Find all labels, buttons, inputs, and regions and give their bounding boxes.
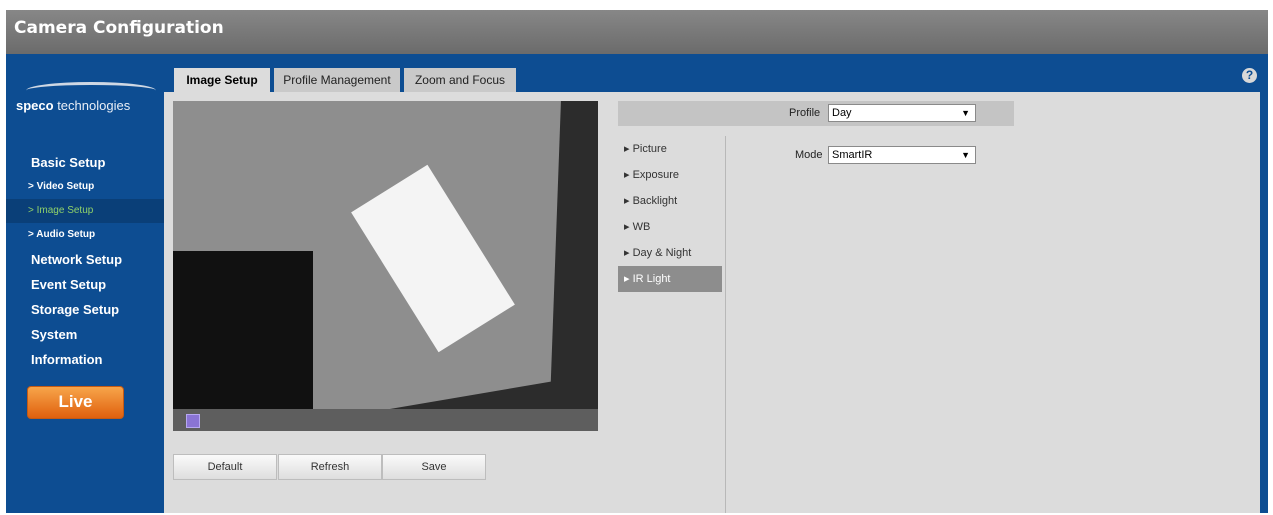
logo-text-bold: speco (16, 98, 54, 113)
chevron-down-icon: ▼ (961, 150, 970, 160)
sidebar-item-basic-setup[interactable]: Basic Setup (6, 150, 164, 175)
menu-item-ir-light[interactable]: ▸ IR Light (618, 266, 722, 292)
sidebar-item-system[interactable]: System (6, 322, 164, 347)
tab-image-setup[interactable]: Image Setup (174, 68, 270, 92)
profile-select[interactable]: Day ▼ (828, 104, 976, 122)
sidebar: speco technologies Basic Setup > Video S… (6, 54, 164, 513)
menu-item-exposure[interactable]: ▸ Exposure (618, 162, 722, 188)
profile-label: Profile (789, 107, 821, 119)
sidebar-item-event-setup[interactable]: Event Setup (6, 272, 164, 297)
menu-item-wb[interactable]: ▸ WB (618, 214, 722, 240)
tab-zoom-and-focus[interactable]: Zoom and Focus (404, 68, 516, 92)
menu-divider (725, 136, 726, 513)
logo-text: speco technologies (16, 98, 130, 113)
menu-item-picture[interactable]: ▸ Picture (618, 136, 722, 162)
preview-toolbar (173, 409, 598, 431)
sidebar-item-image-setup[interactable]: > Image Setup (6, 199, 164, 223)
sidebar-item-information[interactable]: Information (6, 347, 164, 372)
mode-select[interactable]: SmartIR ▼ (828, 146, 976, 164)
sidebar-item-video-setup[interactable]: > Video Setup (6, 175, 164, 199)
sidebar-nav: Basic Setup > Video Setup > Image Setup … (6, 150, 164, 372)
mode-label: Mode (795, 149, 823, 161)
help-icon[interactable]: ? (1242, 68, 1257, 83)
save-button[interactable]: Save (382, 454, 486, 480)
preview-shadow (173, 251, 313, 418)
speco-logo: speco technologies (16, 82, 161, 124)
window-title: Camera Configuration (14, 18, 224, 38)
image-setup-panel: Default Refresh Save Profile Day ▼ ▸ Pic… (164, 92, 1260, 513)
sidebar-item-audio-setup[interactable]: > Audio Setup (6, 223, 164, 247)
title-bar: Camera Configuration (6, 10, 1268, 54)
menu-item-day-night[interactable]: ▸ Day & Night (618, 240, 722, 266)
sidebar-item-storage-setup[interactable]: Storage Setup (6, 297, 164, 322)
camera-config-window: Camera Configuration speco technologies … (6, 10, 1268, 513)
chevron-down-icon: ▼ (961, 108, 970, 118)
live-button[interactable]: Live (27, 386, 124, 419)
camera-preview (173, 101, 598, 418)
sidebar-item-network-setup[interactable]: Network Setup (6, 247, 164, 272)
refresh-button[interactable]: Refresh (278, 454, 382, 480)
logo-text-rest: technologies (53, 98, 131, 113)
profile-value: Day (832, 107, 852, 119)
fullscreen-icon[interactable] (186, 414, 200, 428)
settings-menu: ▸ Picture ▸ Exposure ▸ Backlight ▸ WB ▸ … (618, 136, 722, 292)
mode-value: SmartIR (832, 149, 873, 161)
menu-item-backlight[interactable]: ▸ Backlight (618, 188, 722, 214)
default-button[interactable]: Default (173, 454, 277, 480)
tab-profile-management[interactable]: Profile Management (274, 68, 400, 92)
logo-swoosh (26, 82, 156, 99)
